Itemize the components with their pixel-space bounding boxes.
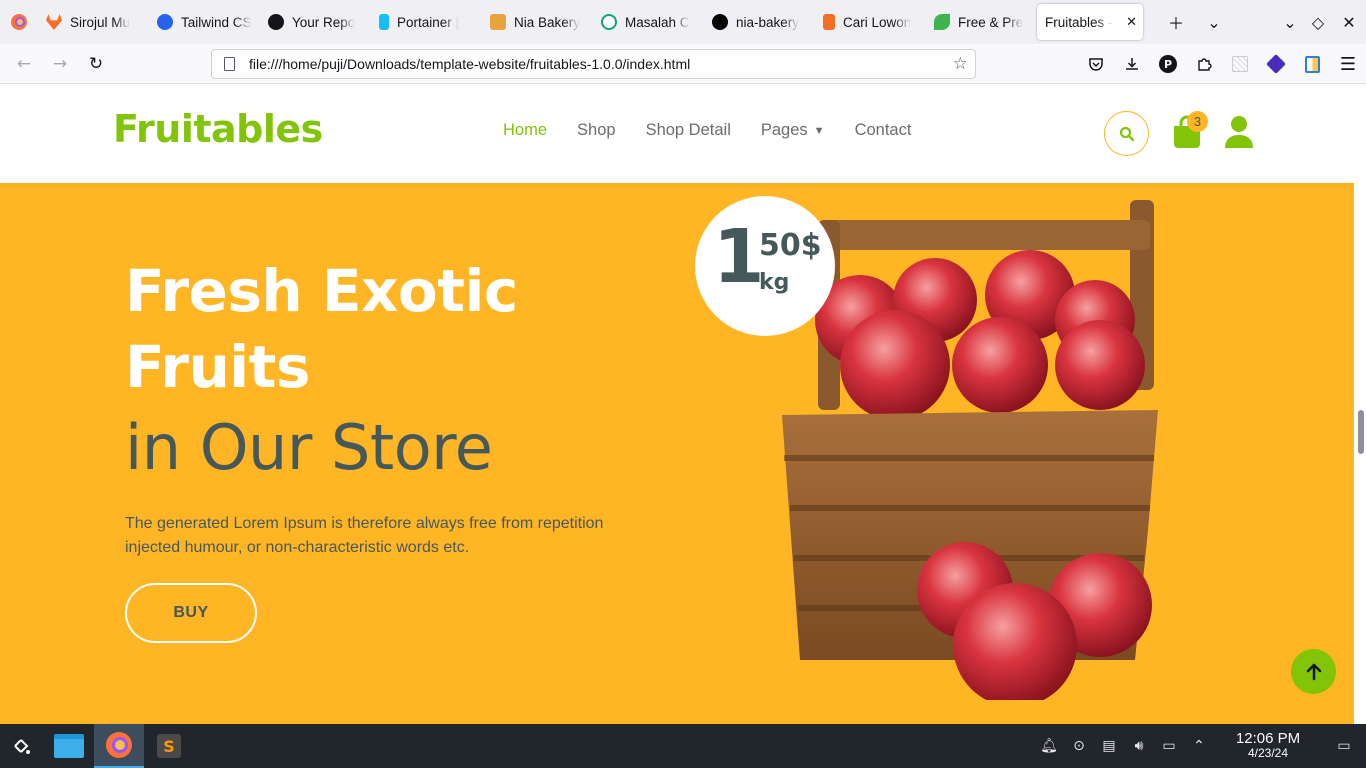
back-button[interactable]: ← xyxy=(6,46,42,82)
page-viewport: Fruitables Home Shop Shop Detail Pages ▼ … xyxy=(0,85,1366,724)
tab-label: Free & Pre xyxy=(958,14,1024,30)
hamburger-menu-icon[interactable]: ☰ xyxy=(1330,44,1366,84)
tray-expand-chevron-icon[interactable]: ⌃ xyxy=(1184,724,1214,768)
chatgpt-icon xyxy=(601,14,617,30)
tab-label: Fruitables - xyxy=(1045,14,1113,30)
browser-tab-active[interactable]: Fruitables - ✕ xyxy=(1037,4,1143,40)
grid-extension-icon[interactable] xyxy=(1222,44,1258,84)
menu-item-pages[interactable]: Pages ▼ xyxy=(761,121,825,140)
close-tab-icon[interactable]: ✕ xyxy=(1126,14,1137,30)
layers-extension-icon[interactable] xyxy=(1258,44,1294,84)
clock-date: 4/23/24 xyxy=(1247,746,1289,760)
browser-tab[interactable]: Masalah C xyxy=(593,4,704,40)
tab-label: Cari Lowon xyxy=(843,14,912,30)
minimize-icon[interactable]: ⌄ xyxy=(1276,0,1304,44)
price-unit: kg xyxy=(759,270,790,295)
back-to-top-button[interactable] xyxy=(1291,649,1336,694)
vercel-icon xyxy=(712,14,728,30)
portainer-icon xyxy=(379,14,389,30)
sublime-text-icon[interactable]: S xyxy=(144,724,194,768)
sidebar-extension-icon[interactable] xyxy=(1294,44,1330,84)
tailwind-play-icon xyxy=(157,14,173,30)
show-desktop-icon[interactable]: ▭ xyxy=(1322,724,1366,768)
maximize-icon[interactable]: ◇ xyxy=(1304,0,1332,44)
browser-tab[interactable]: Cari Lowon xyxy=(815,4,926,40)
notifications-bell-icon[interactable]: 🔔︎ xyxy=(1034,724,1064,768)
file-manager-icon[interactable] xyxy=(44,724,94,768)
browser-tab[interactable]: Portainer | xyxy=(371,4,482,40)
browser-tab[interactable]: nia-bakery xyxy=(704,4,815,40)
clipboard-icon[interactable]: ▤ xyxy=(1094,724,1124,768)
hero-title-line-2: Fruits xyxy=(125,333,310,401)
tab-label: nia-bakery xyxy=(736,14,800,30)
bakery-icon xyxy=(490,14,506,30)
hero-title-line-1: Fresh Exotic xyxy=(125,257,518,325)
browser-tab[interactable]: Nia Bakery xyxy=(482,4,593,40)
volume-icon[interactable]: 🔊︎ xyxy=(1124,724,1154,768)
user-icon[interactable] xyxy=(1224,115,1254,149)
desktop-taskbar: S 🔔︎ ⊙ ▤ 🔊︎ ▭ ⌃ 12:06 PM 4/23/24 ▭ xyxy=(0,724,1366,768)
firefox-view-button[interactable] xyxy=(0,0,38,44)
browser-tab[interactable]: Tailwind CS xyxy=(149,4,260,40)
extensions-puzzle-icon[interactable] xyxy=(1186,44,1222,84)
menu-item-shop[interactable]: Shop xyxy=(577,121,616,140)
search-button[interactable] xyxy=(1104,111,1149,156)
hero-title: Fresh Exotic Fruits xyxy=(125,253,518,405)
cart-count-badge: 3 xyxy=(1187,111,1208,132)
update-icon[interactable]: ⊙ xyxy=(1064,724,1094,768)
gitlab-icon xyxy=(46,14,62,30)
new-tab-button[interactable]: ＋ xyxy=(1157,0,1195,44)
price-badge: 1 50$ kg xyxy=(695,196,835,336)
arrow-up-icon xyxy=(1306,663,1321,680)
price-cents: 50$ xyxy=(759,228,822,263)
menu-item-pages-label: Pages xyxy=(760,121,808,139)
menu-item-home[interactable]: Home xyxy=(503,121,547,140)
forward-button[interactable]: → xyxy=(42,46,78,82)
tab-label: Masalah C xyxy=(625,14,690,30)
browser-tab[interactable]: Sirojul Mu xyxy=(38,4,149,40)
price-main: 1 xyxy=(713,214,765,300)
downloads-icon[interactable] xyxy=(1114,44,1150,84)
hero-subtitle: in Our Store xyxy=(125,411,493,484)
clock-time: 12:06 PM xyxy=(1235,730,1301,747)
tab-label: Tailwind CS xyxy=(181,14,252,30)
profile-extension-icon[interactable]: P xyxy=(1150,44,1186,84)
tab-label: Your Repo xyxy=(292,14,356,30)
browser-tab-strip: Sirojul Mu Tailwind CS Your Repo Portain… xyxy=(0,0,1366,44)
taskbar-clock[interactable]: 12:06 PM 4/23/24 xyxy=(1214,731,1322,761)
site-header: Fruitables Home Shop Shop Detail Pages ▼ … xyxy=(0,85,1354,183)
browser-tab[interactable]: Free & Pre xyxy=(926,4,1037,40)
tab-label: Sirojul Mu xyxy=(70,14,131,30)
menu-item-contact[interactable]: Contact xyxy=(855,121,912,140)
buy-button[interactable]: BUY xyxy=(125,583,257,643)
close-window-icon[interactable]: ✕ xyxy=(1332,0,1366,44)
url-text: file:///home/puji/Downloads/template-web… xyxy=(249,56,691,72)
url-bar[interactable]: file:///home/puji/Downloads/template-web… xyxy=(211,49,976,79)
menu-item-shop-detail[interactable]: Shop Detail xyxy=(646,121,731,140)
tab-label: Nia Bakery xyxy=(514,14,581,30)
browser-navigation-bar: ← → ↻ file:///home/puji/Downloads/templa… xyxy=(0,44,1366,84)
list-all-tabs-button[interactable]: ⌄ xyxy=(1195,0,1233,44)
tab-label: Portainer | xyxy=(397,14,460,30)
main-menu: Home Shop Shop Detail Pages ▼ Contact xyxy=(503,121,911,140)
firefox-taskbar-icon[interactable] xyxy=(94,724,144,768)
github-icon xyxy=(268,14,284,30)
leaf-icon xyxy=(934,14,950,30)
firefox-icon xyxy=(11,14,27,30)
site-logo[interactable]: Fruitables xyxy=(113,107,323,151)
reload-button[interactable]: ↻ xyxy=(78,46,114,82)
chevron-down-icon: ▼ xyxy=(813,125,825,137)
hero-description: The generated Lorem Ipsum is therefore a… xyxy=(125,515,604,556)
network-icon[interactable]: ▭ xyxy=(1154,724,1184,768)
bookmark-star-icon[interactable]: ☆ xyxy=(953,54,968,74)
job-search-icon xyxy=(823,14,835,30)
page-scrollbar[interactable] xyxy=(1354,85,1366,724)
pocket-icon[interactable] xyxy=(1078,44,1114,84)
search-icon xyxy=(1119,126,1134,141)
page-scrollbar-thumb[interactable] xyxy=(1358,410,1364,454)
application-launcher-icon[interactable] xyxy=(0,724,44,768)
document-icon xyxy=(224,57,235,71)
browser-tab[interactable]: Your Repo xyxy=(260,4,371,40)
